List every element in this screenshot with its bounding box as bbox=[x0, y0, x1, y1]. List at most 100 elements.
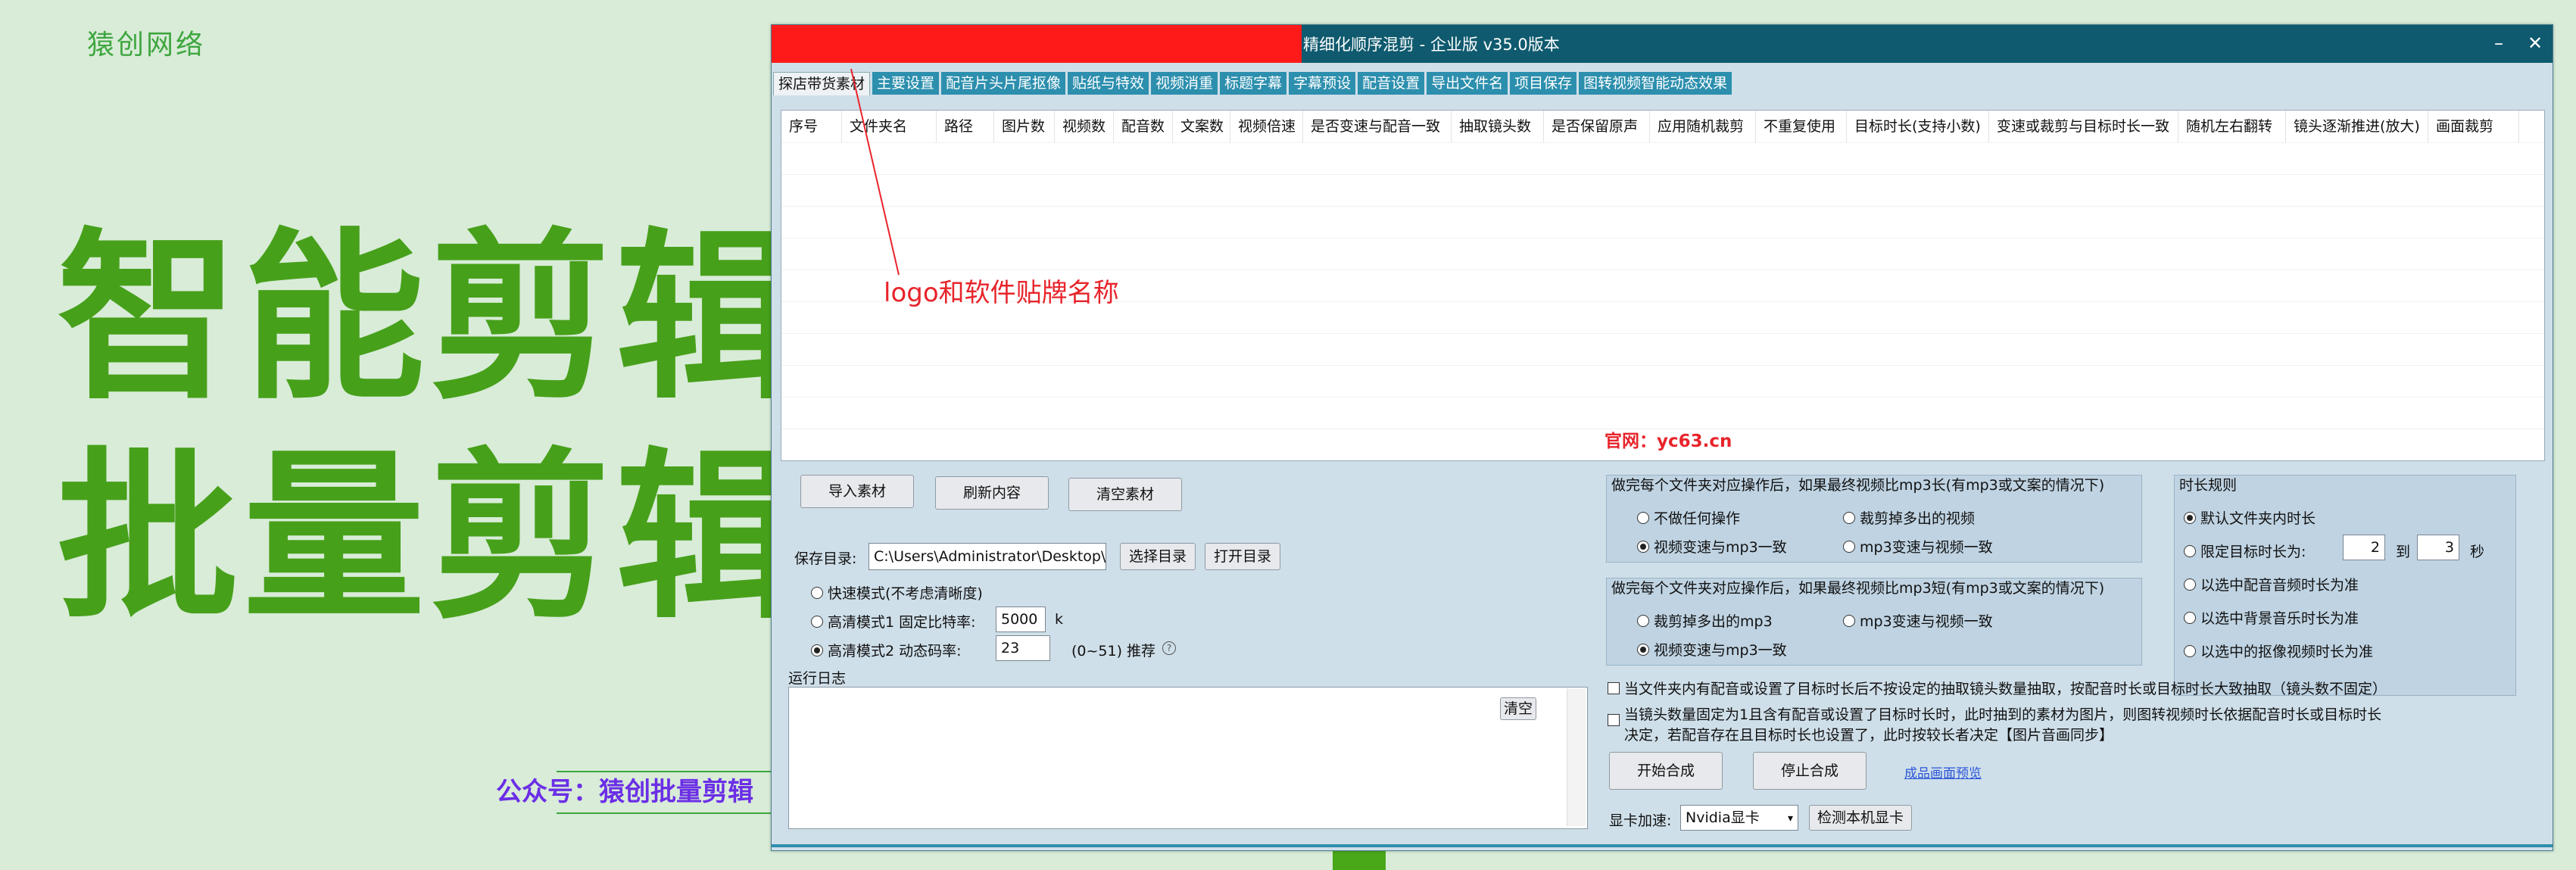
checkbox-label: 决定，若配音存在且目标时长也设置了，此时按较长者决定【图片音画同步】 bbox=[1624, 727, 2114, 744]
radio-dot bbox=[2184, 611, 2196, 624]
table-header-cell[interactable]: 图片数 bbox=[994, 111, 1055, 142]
table-header-cell[interactable]: 随机左右翻转 bbox=[2178, 111, 2286, 142]
radio-label: 以选中配音音频时长为准 bbox=[2200, 577, 2359, 594]
radio-label: 视频变速与mp3一致 bbox=[1654, 642, 1787, 659]
long-option-none[interactable]: 不做任何操作 bbox=[1637, 507, 1740, 528]
table-header-cell[interactable]: 目标时长(支持小数) bbox=[1847, 111, 1989, 142]
tab-dedup[interactable]: 视频消重 bbox=[1151, 72, 1218, 95]
save-dir-input[interactable]: C:\Users\Administrator\Desktop\新建 bbox=[869, 543, 1106, 570]
log-area[interactable] bbox=[788, 687, 1588, 829]
short-option-video-speed[interactable]: 视频变速与mp3一致 bbox=[1637, 639, 1787, 660]
tab-subtitles[interactable]: 标题字幕 bbox=[1220, 72, 1287, 95]
window-title: 精细化顺序混剪 - 企业版 v35.0版本 bbox=[1303, 36, 1560, 54]
tab-project-save[interactable]: 项目保存 bbox=[1510, 72, 1577, 95]
wechat-account: 公众号：猿创批量剪辑 bbox=[496, 777, 753, 807]
tab-intro-outro[interactable]: 配音片头片尾抠像 bbox=[941, 72, 1066, 95]
radio-dot bbox=[1637, 643, 1649, 656]
radio-dot bbox=[1843, 511, 1855, 524]
panel-title: 做完每个文件夹对应操作后，如果最终视频比mp3短(有mp3或文案的情况下) bbox=[1611, 580, 2105, 597]
title-bar[interactable]: 精细化顺序混剪 - 企业版 v35.0版本 – ✕ bbox=[772, 25, 2553, 63]
check-image-sync[interactable]: 当镜头数量固定为1且含有配音或设置了目标时长时，此时抽到的素材为图片，则图转视频… bbox=[1608, 703, 2381, 744]
short-option-mp3-speed[interactable]: mp3变速与视频一致 bbox=[1843, 610, 1993, 631]
table-gridline bbox=[781, 206, 2544, 207]
stop-button[interactable]: 停止合成 bbox=[1753, 752, 1867, 790]
import-material-button[interactable]: 导入素材 bbox=[800, 475, 914, 508]
duration-from-input[interactable]: 2 bbox=[2343, 535, 2385, 560]
radio-label: 视频变速与mp3一致 bbox=[1654, 539, 1787, 556]
radio-dot bbox=[2184, 544, 2196, 557]
table-header-cell[interactable]: 变速或裁剪与目标时长一致 bbox=[1989, 111, 2178, 142]
duration-default[interactable]: 默认文件夹内时长 bbox=[2184, 507, 2316, 528]
bitrate-input[interactable]: 5000 bbox=[996, 607, 1046, 632]
refresh-button[interactable]: 刷新内容 bbox=[935, 476, 1049, 510]
radio-dot bbox=[1843, 614, 1855, 627]
hd2-mode-radio[interactable]: 高清模式2 动态码率: bbox=[811, 640, 962, 660]
crf-stepper[interactable]: 23 bbox=[996, 635, 1050, 661]
help-icon[interactable]: ? bbox=[1162, 641, 1176, 655]
radio-label: 以选中的抠像视频时长为准 bbox=[2200, 644, 2374, 660]
radio-dot bbox=[1637, 511, 1649, 524]
short-option-trim-mp3[interactable]: 裁剪掉多出的mp3 bbox=[1637, 610, 1773, 631]
chevron-down-icon: ▾ bbox=[1787, 812, 1793, 825]
long-option-video-speed[interactable]: 视频变速与mp3一致 bbox=[1637, 536, 1787, 557]
tab-export-filename[interactable]: 导出文件名 bbox=[1427, 72, 1508, 95]
tab-voice-settings[interactable]: 配音设置 bbox=[1358, 72, 1425, 95]
clear-material-button[interactable]: 清空素材 bbox=[1068, 478, 1182, 511]
hd1-mode-radio[interactable]: 高清模式1 固定比特率: bbox=[811, 611, 976, 631]
radio-dot bbox=[811, 586, 823, 599]
table-header-cell[interactable]: 镜头逐渐推进(放大) bbox=[2286, 111, 2428, 142]
long-option-mp3-speed[interactable]: mp3变速与视频一致 bbox=[1843, 536, 1993, 557]
gpu-label: 显卡加速: bbox=[1609, 812, 1672, 829]
headline-smart-edit: 智能剪辑 bbox=[57, 212, 803, 424]
table-header: 序号 文件夹名 路径 图片数 视频数 配音数 文案数 视频倍速 是否变速与配音一… bbox=[781, 111, 2519, 142]
tab-subtitle-presets[interactable]: 字幕预设 bbox=[1289, 72, 1356, 95]
headline-batch-edit: 批量剪辑 bbox=[57, 432, 803, 644]
duration-to-input[interactable]: 3 bbox=[2417, 535, 2459, 560]
open-dir-button[interactable]: 打开目录 bbox=[1205, 543, 1280, 570]
check-auto-shots[interactable]: 当文件夹内有配音或设置了目标时长后不按设定的抽取镜头数量抽取，按配音时长或目标时… bbox=[1608, 678, 2387, 698]
duration-target[interactable]: 限定目标时长为: bbox=[2184, 541, 2306, 561]
close-button[interactable]: ✕ bbox=[2518, 28, 2553, 58]
table-header-cell[interactable]: 画面裁剪 bbox=[2428, 111, 2519, 142]
tab-main-settings[interactable]: 主要设置 bbox=[872, 72, 940, 95]
table-header-cell[interactable]: 是否保留原声 bbox=[1544, 111, 1650, 142]
long-option-trim-video[interactable]: 裁剪掉多出的视频 bbox=[1843, 507, 1975, 528]
clear-log-button[interactable]: 清空 bbox=[1500, 697, 1536, 720]
table-header-cell[interactable]: 配音数 bbox=[1114, 111, 1173, 142]
table-header-cell[interactable]: 是否变速与配音一致 bbox=[1303, 111, 1452, 142]
table-header-cell[interactable]: 视频倍速 bbox=[1230, 111, 1303, 142]
duration-keying[interactable]: 以选中的抠像视频时长为准 bbox=[2184, 641, 2373, 661]
table-header-cell[interactable]: 应用随机裁剪 bbox=[1650, 111, 1756, 142]
radio-label: 以选中背景音乐时长为准 bbox=[2200, 610, 2359, 627]
bitrate-unit: k bbox=[1055, 611, 1064, 628]
table-header-cell[interactable]: 文件夹名 bbox=[842, 111, 937, 142]
panel-title: 做完每个文件夹对应操作后，如果最终视频比mp3长(有mp3或文案的情况下) bbox=[1611, 477, 2105, 494]
choose-dir-button[interactable]: 选择目录 bbox=[1120, 543, 1196, 570]
checkbox-label: 当镜头数量固定为1且含有配音或设置了目标时长时，此时抽到的素材为图片，则图转视频… bbox=[1624, 706, 2382, 723]
log-label: 运行日志 bbox=[788, 670, 847, 687]
start-button[interactable]: 开始合成 bbox=[1609, 752, 1723, 790]
table-header-cell[interactable]: 不重复使用 bbox=[1756, 111, 1847, 142]
table-header-cell[interactable]: 文案数 bbox=[1173, 111, 1230, 142]
logo-annotation: logo和软件贴牌名称 bbox=[884, 278, 1119, 308]
minimize-button[interactable]: – bbox=[2481, 28, 2516, 58]
tab-image-to-video[interactable]: 图转视频智能动态效果 bbox=[1579, 72, 1732, 95]
panel-title: 时长规则 bbox=[2179, 477, 2238, 494]
radio-label: 高清模式1 固定比特率: bbox=[828, 614, 976, 631]
table-header-cell[interactable]: 序号 bbox=[781, 111, 842, 142]
table-header-cell[interactable]: 视频数 bbox=[1055, 111, 1114, 142]
detect-gpu-button[interactable]: 检测本机显卡 bbox=[1809, 805, 1912, 831]
tab-shop-material[interactable]: 探店带货素材 bbox=[773, 72, 871, 95]
table-header-cell[interactable]: 路径 bbox=[937, 111, 994, 142]
duration-bgm[interactable]: 以选中背景音乐时长为准 bbox=[2184, 607, 2359, 628]
log-scrollbar[interactable] bbox=[1567, 688, 1586, 826]
tab-stickers[interactable]: 贴纸与特效 bbox=[1068, 72, 1149, 95]
table-header-cell[interactable]: 抽取镜头数 bbox=[1452, 111, 1544, 142]
preview-link[interactable]: 成品画面预览 bbox=[1904, 762, 1982, 781]
gpu-select[interactable]: Nvidia显卡 ▾ bbox=[1680, 805, 1798, 831]
duration-to-label: 到 bbox=[2396, 544, 2411, 560]
fast-mode-radio[interactable]: 快速模式(不考虑清晰度) bbox=[811, 582, 983, 603]
divider bbox=[557, 812, 772, 814]
radio-label: 限定目标时长为: bbox=[2200, 544, 2306, 560]
duration-voice[interactable]: 以选中配音音频时长为准 bbox=[2184, 574, 2359, 594]
